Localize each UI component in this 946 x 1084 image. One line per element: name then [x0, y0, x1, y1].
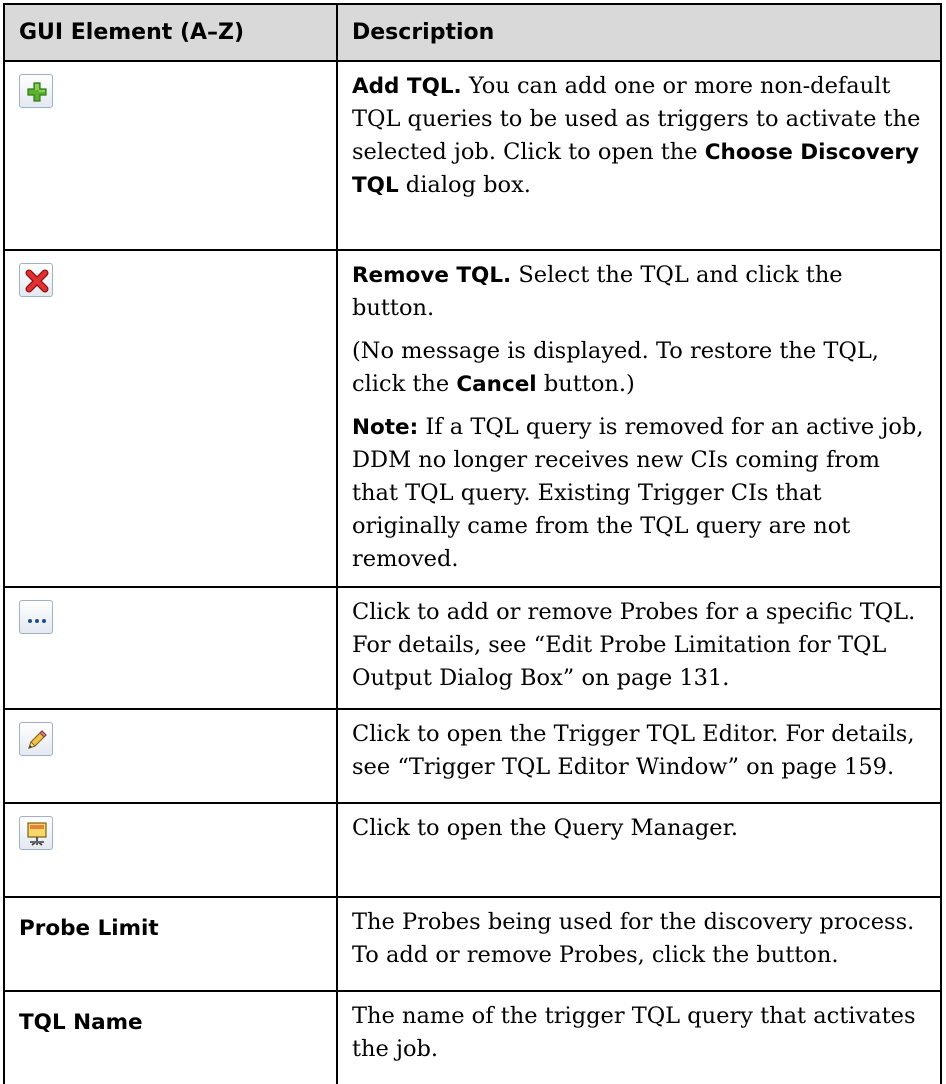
- header-description: Description: [336, 3, 942, 62]
- table-header-row: GUI Element (A–Z) Description: [3, 3, 942, 62]
- table-row: Probe Limit The Probes being used for th…: [3, 896, 942, 992]
- description-paragraph: Click to open the Trigger TQL Editor. Fo…: [352, 721, 915, 780]
- ellipsis-icon[interactable]: [19, 600, 53, 634]
- add-icon[interactable]: [19, 74, 53, 108]
- description-cell: Click to open the Trigger TQL Editor. Fo…: [336, 708, 942, 804]
- description-text: If a TQL query is removed for an active …: [352, 414, 924, 572]
- term-remove-tql: Remove TQL.: [352, 263, 512, 288]
- description-cell: Add TQL. You can add one or more non-def…: [336, 60, 942, 251]
- table-row: Click to open the Trigger TQL Editor. Fo…: [3, 708, 942, 804]
- gui-element-cell: [3, 802, 338, 898]
- gui-elements-table: GUI Element (A–Z) Description Add TQL. Y…: [3, 3, 942, 1084]
- remove-icon[interactable]: [19, 263, 53, 297]
- gui-element-cell: [3, 60, 338, 251]
- header-gui-element: GUI Element (A–Z): [3, 3, 338, 62]
- tql-name-label: TQL Name: [19, 1010, 143, 1035]
- description-cell: The Probes being used for the discovery …: [336, 896, 942, 992]
- description-paragraph: Click to add or remove Probes for a spec…: [352, 599, 916, 691]
- note-label: Note:: [352, 415, 419, 440]
- description-cell: Click to open the Query Manager.: [336, 802, 942, 898]
- description-paragraph: Add TQL. You can add one or more non-def…: [352, 70, 926, 202]
- description-paragraph: The Probes being used for the discovery …: [352, 909, 915, 968]
- cancel-term: Cancel: [456, 372, 537, 397]
- gui-element-cell: [3, 586, 338, 710]
- description-paragraph: Click to open the Query Manager.: [352, 815, 739, 841]
- description-paragraph: The name of the trigger TQL query that a…: [352, 1003, 916, 1062]
- description-text: button.): [536, 371, 635, 397]
- table-row: Add TQL. You can add one or more non-def…: [3, 60, 942, 251]
- gui-element-cell: [3, 249, 338, 588]
- gui-element-cell: [3, 708, 338, 804]
- table-row: Click to open the Query Manager.: [3, 802, 942, 898]
- table-row: Remove TQL. Select the TQL and click the…: [3, 249, 942, 588]
- description-text: dialog box.: [398, 172, 531, 198]
- description-cell: Click to add or remove Probes for a spec…: [336, 586, 942, 710]
- description-cell: The name of the trigger TQL query that a…: [336, 990, 942, 1084]
- term-add-tql: Add TQL.: [352, 74, 462, 99]
- query-manager-icon[interactable]: [19, 816, 53, 850]
- pencil-icon[interactable]: [19, 722, 53, 756]
- description-paragraph: (No message is displayed. To restore the…: [352, 335, 926, 401]
- description-paragraph: Remove TQL. Select the TQL and click the…: [352, 259, 926, 325]
- table-row: Click to add or remove Probes for a spec…: [3, 586, 942, 710]
- gui-element-cell: TQL Name: [3, 990, 338, 1084]
- probe-limit-label: Probe Limit: [19, 916, 159, 941]
- gui-element-cell: Probe Limit: [3, 896, 338, 992]
- note-paragraph: Note: If a TQL query is removed for an a…: [352, 411, 926, 576]
- table-row: TQL Name The name of the trigger TQL que…: [3, 990, 942, 1084]
- description-cell: Remove TQL. Select the TQL and click the…: [336, 249, 942, 588]
